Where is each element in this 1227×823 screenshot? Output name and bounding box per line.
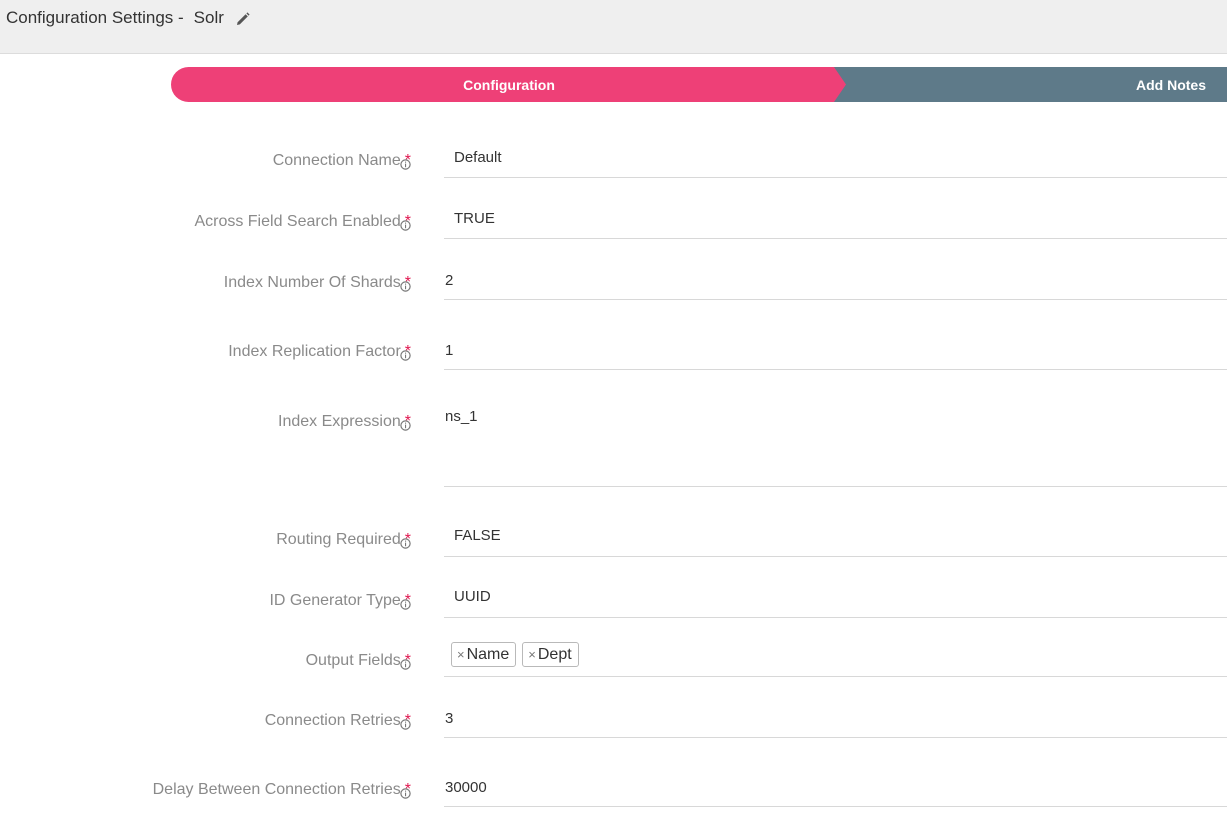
info-circle-icon[interactable] (400, 717, 411, 730)
id-generator-select[interactable]: UUID (444, 580, 1227, 618)
output-fields-multiselect[interactable]: × Name × Dept (444, 640, 1227, 677)
number-of-shards-input[interactable]: 2 (444, 262, 1227, 300)
info-circle-icon[interactable] (400, 536, 411, 549)
index-expression-textarea[interactable]: ns_1 (444, 401, 1227, 487)
info-circle-icon[interactable] (400, 279, 411, 292)
wizard-stepper: Configuration Add Notes (171, 67, 1227, 102)
step-configuration[interactable]: Configuration (171, 67, 847, 102)
field-label: Across Field Search Enabled * (194, 213, 411, 230)
replication-factor-input[interactable]: 1 (444, 331, 1227, 370)
info-circle-icon[interactable] (400, 218, 411, 231)
field-label: Index Replication Factor * (228, 343, 411, 360)
page-title: Configuration Settings - Solr (6, 8, 250, 28)
info-circle-icon[interactable] (400, 786, 411, 799)
connection-retries-input[interactable]: 3 (444, 700, 1227, 738)
across-field-search-select[interactable]: TRUE (444, 201, 1227, 239)
tag-chip: × Dept (522, 642, 579, 667)
info-circle-icon[interactable] (400, 657, 411, 670)
info-circle-icon[interactable] (400, 157, 411, 170)
connection-name-input[interactable]: Default (444, 140, 1227, 178)
entity-name: Solr (193, 8, 224, 27)
delay-between-retries-input[interactable]: 30000 (444, 769, 1227, 807)
field-label: Index Expression * (278, 413, 411, 430)
field-label: Routing Required * (276, 531, 411, 548)
pencil-icon[interactable] (236, 11, 250, 25)
info-circle-icon[interactable] (400, 597, 411, 610)
field-label: Connection Name * (272, 152, 411, 169)
field-label: Index Number Of Shards * (223, 274, 411, 291)
routing-required-select[interactable]: FALSE (444, 519, 1227, 557)
page-title-text: Configuration Settings - (6, 8, 184, 27)
tag-chip: × Name (451, 642, 517, 667)
page-header: Configuration Settings - Solr (0, 0, 1227, 54)
remove-tag-icon[interactable]: × (528, 647, 536, 662)
field-label: Delay Between Connection Retries * (152, 781, 411, 798)
remove-tag-icon[interactable]: × (457, 647, 465, 662)
step-add-notes[interactable]: Add Notes (834, 67, 1227, 102)
field-label: Connection Retries * (264, 712, 411, 729)
field-label: Output Fields * (305, 652, 411, 669)
info-circle-icon[interactable] (400, 348, 411, 361)
field-label: ID Generator Type * (269, 592, 411, 609)
info-circle-icon[interactable] (400, 418, 411, 431)
